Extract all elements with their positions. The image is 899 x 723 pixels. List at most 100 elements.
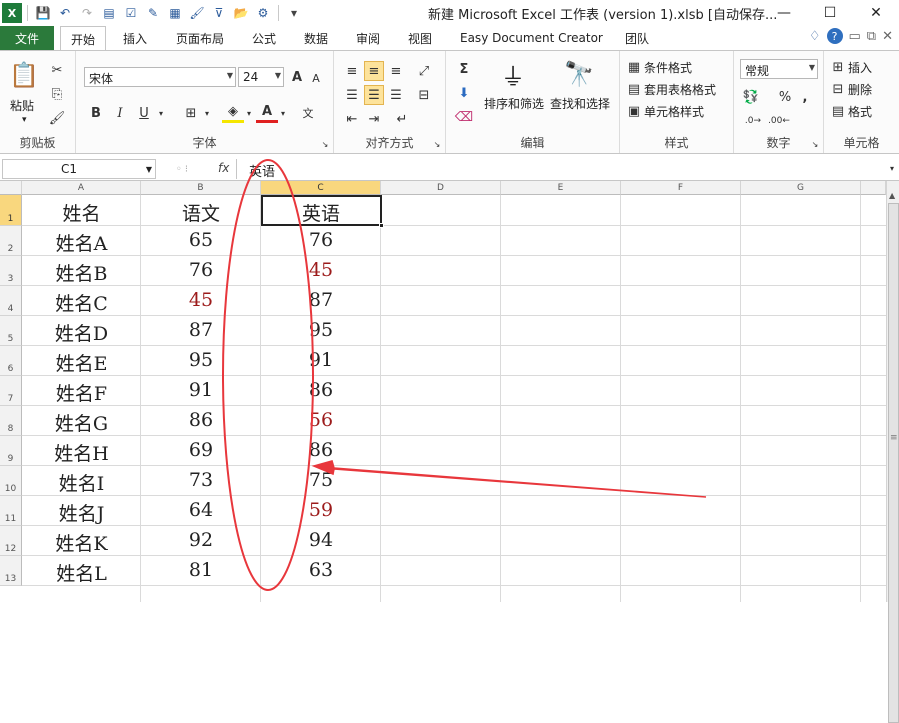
paste-icon[interactable]: 📋 xyxy=(8,57,40,93)
find-select-button[interactable]: 查找和选择 xyxy=(550,95,610,112)
row-header-3[interactable]: 3 xyxy=(0,256,22,286)
top-align-icon[interactable]: ≡ xyxy=(342,61,362,81)
cell-a9[interactable]: 姓名H xyxy=(22,439,141,466)
row-header-11[interactable]: 11 xyxy=(0,496,22,526)
row-header-13[interactable]: 13 xyxy=(0,556,22,586)
cell-c8[interactable]: 56 xyxy=(261,409,381,431)
column-header-d[interactable]: D xyxy=(381,181,501,195)
cell-c3[interactable]: 45 xyxy=(261,259,381,281)
row-header-9[interactable]: 9 xyxy=(0,436,22,466)
font-size-select[interactable]: 24 ▼ xyxy=(238,67,284,87)
cell-a1[interactable]: 姓名 xyxy=(22,199,141,226)
minimize-ribbon-icon[interactable]: ♢ xyxy=(809,29,821,44)
column-header-b[interactable]: B xyxy=(141,181,261,195)
find-select-icon[interactable]: 🔭 xyxy=(562,57,596,91)
sort-filter-icon[interactable]: ⏚ xyxy=(496,57,530,91)
ribbon-window-icon[interactable]: ⧉ xyxy=(867,29,876,44)
cell-c13[interactable]: 63 xyxy=(261,559,381,581)
cell-c6[interactable]: 91 xyxy=(261,349,381,371)
column-header-g[interactable]: G xyxy=(741,181,861,195)
font-color-icon[interactable]: A xyxy=(256,103,278,123)
currency-icon[interactable]: 💱 xyxy=(740,87,762,107)
cell-b9[interactable]: 69 xyxy=(141,439,261,461)
paste-dropdown-icon[interactable]: ▾ xyxy=(22,115,27,125)
column-header-c[interactable]: C xyxy=(261,181,381,195)
row-header-7[interactable]: 7 xyxy=(0,376,22,406)
name-box[interactable]: C1 ▼ xyxy=(2,159,156,179)
copy-icon[interactable]: ⎘ xyxy=(48,85,66,103)
format-painter-icon[interactable]: 🖌 xyxy=(187,3,207,23)
autosum-icon[interactable]: Σ xyxy=(454,59,474,79)
increase-indent-icon[interactable]: ⇥ xyxy=(364,109,384,129)
tab-view[interactable]: 视图 xyxy=(408,26,432,50)
table-icon[interactable]: ▦ xyxy=(165,3,185,23)
alignment-dialog-launcher-icon[interactable]: ↘ xyxy=(432,139,442,149)
cell-b1[interactable]: 语文 xyxy=(141,199,261,226)
row-header-10[interactable]: 10 xyxy=(0,466,22,496)
cell-b13[interactable]: 81 xyxy=(141,559,261,581)
formula-input[interactable]: 英语 xyxy=(236,159,885,180)
align-right-icon[interactable]: ☰ xyxy=(386,85,406,105)
cell-c5[interactable]: 95 xyxy=(261,319,381,341)
align-left-icon[interactable]: ☰ xyxy=(342,85,362,105)
tab-easy-document-creator[interactable]: Easy Document Creator xyxy=(460,26,603,50)
italic-button[interactable]: I xyxy=(110,103,130,123)
cell-a7[interactable]: 姓名F xyxy=(22,379,141,406)
align-center-icon[interactable]: ☰ xyxy=(364,85,384,105)
insert-cells-button[interactable]: 插入 xyxy=(848,59,872,76)
cell-b2[interactable]: 65 xyxy=(141,229,261,251)
cell-b10[interactable]: 73 xyxy=(141,469,261,491)
help-icon[interactable]: ? xyxy=(826,28,843,44)
expand-formula-bar-icon[interactable]: ▾ xyxy=(887,163,897,173)
cell-c4[interactable]: 87 xyxy=(261,289,381,311)
cell-b4[interactable]: 45 xyxy=(141,289,261,311)
format-painter-brush-icon[interactable]: 🖌 xyxy=(48,109,66,127)
font-name-select[interactable]: 宋体 ▼ xyxy=(84,67,236,87)
print-preview-icon[interactable]: ▤ xyxy=(99,3,119,23)
tab-home[interactable]: 开始 xyxy=(60,26,107,51)
tab-file[interactable]: 文件 xyxy=(0,26,54,50)
scrollbar-thumb[interactable] xyxy=(888,203,899,723)
form-icon[interactable]: ☑ xyxy=(121,3,141,23)
cell-a10[interactable]: 姓名I xyxy=(22,469,141,496)
cell-a11[interactable]: 姓名J xyxy=(22,499,141,526)
customize-toolbar-icon[interactable]: ▾ xyxy=(284,3,304,23)
fill-handle[interactable] xyxy=(379,223,384,228)
shrink-font-icon[interactable]: A xyxy=(308,69,324,87)
cell-a12[interactable]: 姓名K xyxy=(22,529,141,556)
font-dialog-launcher-icon[interactable]: ↘ xyxy=(320,139,330,149)
font-color-dropdown-icon[interactable]: ▾ xyxy=(278,103,288,123)
row-header-1[interactable]: 1 xyxy=(0,195,22,226)
fill-icon[interactable]: ⬇ xyxy=(454,83,474,103)
borders-dropdown-icon[interactable]: ▾ xyxy=(202,103,212,123)
underline-button[interactable]: U xyxy=(134,103,154,123)
select-all-corner[interactable] xyxy=(0,181,22,195)
grow-font-icon[interactable]: A xyxy=(288,67,306,87)
cell-c9[interactable]: 86 xyxy=(261,439,381,461)
percent-button[interactable]: % xyxy=(776,87,794,107)
cell-a2[interactable]: 姓名A xyxy=(22,229,141,256)
row-header-12[interactable]: 12 xyxy=(0,526,22,556)
format-cells-button[interactable]: 格式 xyxy=(848,103,872,120)
phonetic-icon[interactable]: 文 xyxy=(296,101,320,125)
row-header-4[interactable]: 4 xyxy=(0,286,22,316)
redo-icon[interactable]: ↷ xyxy=(77,3,97,23)
ribbon-close-icon[interactable]: ✕ xyxy=(882,29,893,44)
paste-button[interactable]: 粘贴 xyxy=(10,97,34,114)
comma-button[interactable]: , xyxy=(796,87,814,107)
cell-b8[interactable]: 86 xyxy=(141,409,261,431)
orientation-icon[interactable]: ⤢ xyxy=(412,61,436,81)
bottom-align-icon[interactable]: ≡ xyxy=(386,61,406,81)
cell-c2[interactable]: 76 xyxy=(261,229,381,251)
cell-c7[interactable]: 86 xyxy=(261,379,381,401)
merge-center-icon[interactable]: ⊟ xyxy=(412,85,436,105)
cell-b7[interactable]: 91 xyxy=(141,379,261,401)
row-header-6[interactable]: 6 xyxy=(0,346,22,376)
save-icon[interactable]: 💾 xyxy=(33,3,53,23)
cell-a8[interactable]: 姓名G xyxy=(22,409,141,436)
cell-style-button[interactable]: 单元格样式 xyxy=(644,103,704,120)
tab-review[interactable]: 审阅 xyxy=(356,26,380,50)
cell-c10[interactable]: 75 xyxy=(261,469,381,491)
borders-icon[interactable]: ⊞ xyxy=(180,103,202,123)
settings-icon[interactable]: ⚙ xyxy=(253,3,273,23)
